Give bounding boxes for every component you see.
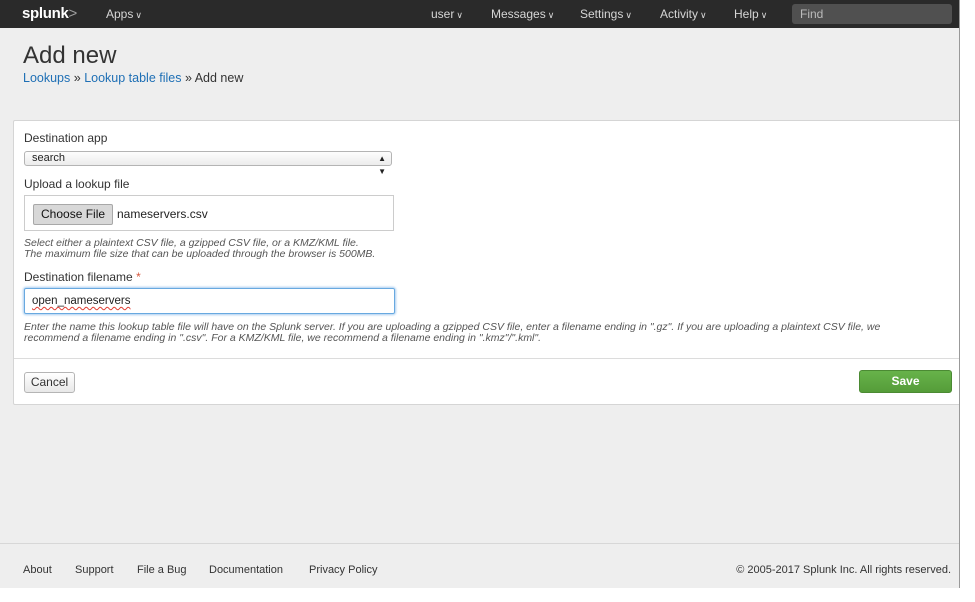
breadcrumb-lookups-link[interactable]: Lookups [23,71,70,85]
destination-filename-label: Destination filename * [24,270,141,284]
nav-settings-menu[interactable]: Settings ∨ [580,7,632,21]
breadcrumb-separator: » [184,71,192,85]
chevron-down-icon: ∨ [135,10,142,20]
nav-user-menu[interactable]: user ∨ [431,7,463,21]
copyright-text: © 2005-2017 Splunk Inc. All rights reser… [736,564,951,576]
cancel-button[interactable]: Cancel [24,372,75,393]
nav-help-menu[interactable]: Help ∨ [734,7,767,21]
chevron-down-icon: ∨ [625,10,632,20]
destination-app-label: Destination app [24,131,108,145]
footer: About Support File a Bug Documentation P… [0,543,959,588]
breadcrumb-lookup-table-files-link[interactable]: Lookup table files [84,71,181,85]
choose-file-button[interactable]: Choose File [33,204,114,225]
page: splunk> Apps ∨ user ∨ Messages ∨ Settings ∨ … [0,0,960,588]
find-search-input[interactable]: Find [792,4,952,24]
save-button[interactable]: Save [859,370,952,393]
destination-filename-input[interactable]: open_nameservers [24,288,395,314]
filename-help-text: Enter the name this lookup table file wi… [24,321,881,344]
upload-help-text: Select either a plaintext CSV file, a gz… [24,237,376,260]
form-divider [14,358,959,359]
footer-about-link[interactable]: About [23,564,52,576]
splunk-logo[interactable]: splunk> [22,5,77,22]
chevron-down-icon: ∨ [760,10,768,20]
nav-activity-menu[interactable]: Activity ∨ [660,7,707,21]
breadcrumb-current: Add new [194,71,244,85]
add-lookup-form: Destination app search ▲ ▼ Upload a looku… [13,120,959,405]
breadcrumb-separator: » [73,71,81,85]
chevron-down-icon: ∨ [547,10,555,20]
select-arrows-icon: ▲ ▼ [378,154,386,176]
destination-app-value: search [32,152,66,164]
destination-app-select[interactable]: search ▲ ▼ [24,151,392,176]
breadcrumb: Lookups » Lookup table files » Add new [23,71,243,85]
chevron-down-icon: ∨ [700,10,707,20]
file-upload-box: Choose File nameservers.csv [24,195,394,231]
upload-file-label: Upload a lookup file [24,177,130,191]
top-nav-bar: splunk> Apps ∨ user ∨ Messages ∨ Settings ∨ … [0,0,959,28]
chevron-down-icon: ∨ [456,10,463,20]
nav-apps-menu[interactable]: Apps ∨ [106,7,142,21]
footer-support-link[interactable]: Support [75,564,114,576]
chosen-file-name: nameservers.csv [117,207,208,221]
nav-messages-menu[interactable]: Messages ∨ [491,7,554,21]
footer-file-a-bug-link[interactable]: File a Bug [137,564,187,576]
footer-documentation-link[interactable]: Documentation [209,564,283,576]
required-asterisk: * [136,270,141,284]
page-title: Add new [23,42,117,69]
footer-privacy-policy-link[interactable]: Privacy Policy [309,564,377,576]
